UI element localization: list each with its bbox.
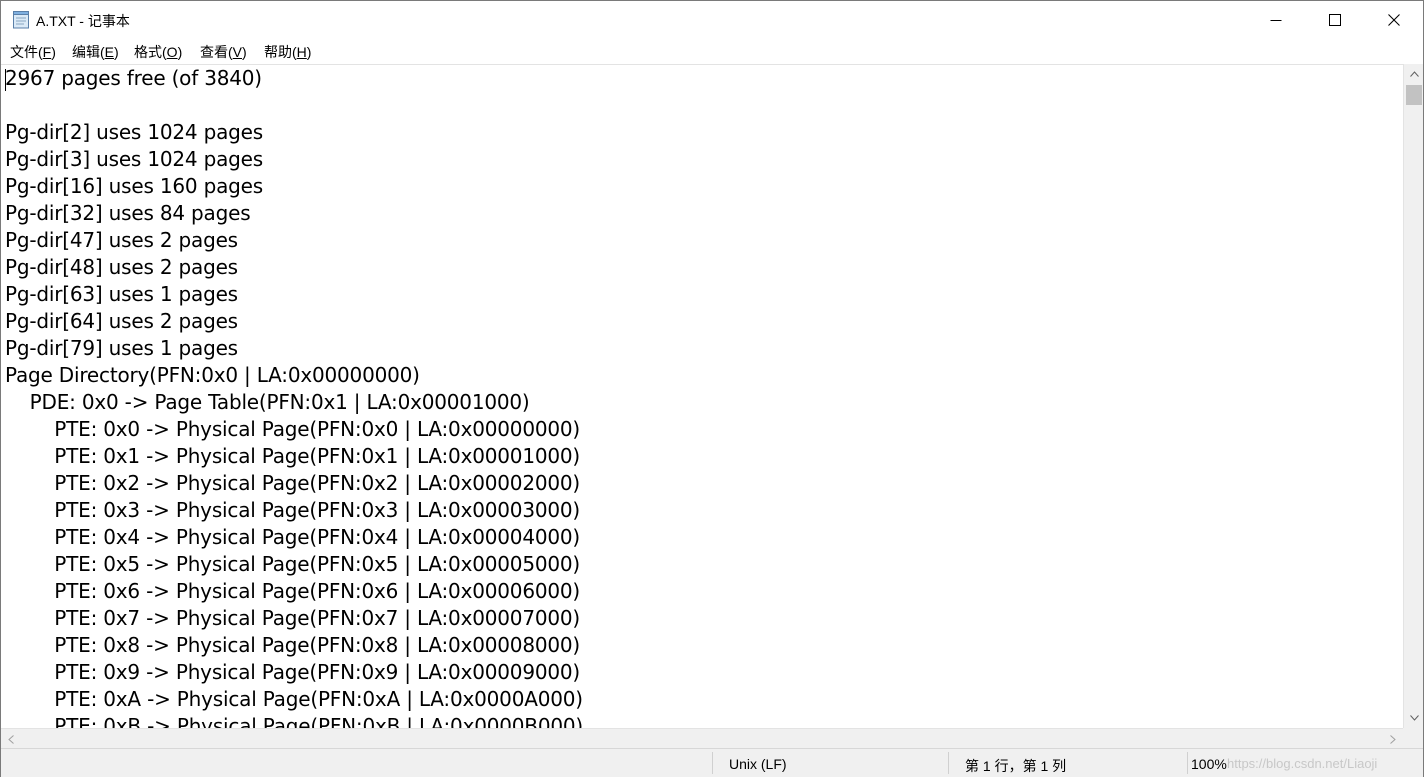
status-line-ending: Unix (LF)	[729, 756, 787, 772]
menu-format[interactable]: 格式(O)	[133, 42, 183, 62]
text-line: PTE: 0x9 -> Physical Page(PFN:0x9 | LA:0…	[5, 660, 581, 684]
text-line: Pg-dir[47] uses 2 pages	[5, 228, 238, 252]
text-line: PTE: 0x0 -> Physical Page(PFN:0x0 | LA:0…	[5, 417, 581, 441]
text-line: PTE: 0x8 -> Physical Page(PFN:0x8 | LA:0…	[5, 633, 581, 657]
text-line: PTE: 0x6 -> Physical Page(PFN:0x6 | LA:0…	[5, 579, 581, 603]
menu-view-accesskey: V	[232, 44, 243, 60]
menu-file-label-end: )	[51, 44, 56, 60]
menu-help[interactable]: 帮助(H)	[263, 42, 312, 62]
minimize-icon	[1270, 20, 1282, 21]
text-line: Pg-dir[64] uses 2 pages	[5, 309, 238, 333]
status-bar: Unix (LF) 第 1 行，第 1 列 100% https://blog.…	[1, 748, 1423, 777]
menu-help-accesskey: H	[296, 44, 307, 60]
status-zoom: 100%	[1191, 756, 1227, 772]
menu-format-label: 格式(	[134, 44, 167, 60]
vertical-scroll-thumb[interactable]	[1406, 85, 1422, 105]
close-icon	[1388, 14, 1400, 26]
menu-edit-accesskey: E	[104, 44, 115, 60]
text-line: PTE: 0x3 -> Physical Page(PFN:0x3 | LA:0…	[5, 498, 581, 522]
text-line: Pg-dir[16] uses 160 pages	[5, 174, 263, 198]
menu-help-label: 帮助(	[264, 44, 297, 60]
maximize-icon	[1329, 14, 1341, 26]
minimize-button[interactable]	[1247, 1, 1305, 39]
scroll-right-button[interactable]	[1383, 729, 1403, 749]
menu-file[interactable]: 文件(F)	[9, 42, 57, 62]
text-line: Pg-dir[79] uses 1 pages	[5, 336, 238, 360]
menu-help-label-end: )	[306, 44, 312, 60]
scroll-left-button[interactable]	[1, 729, 21, 749]
chevron-left-icon	[8, 734, 14, 744]
text-line: PTE: 0xA -> Physical Page(PFN:0xA | LA:0…	[5, 687, 583, 711]
text-editor-area[interactable]: 2967 pages free (of 3840) Pg-dir[2] uses…	[1, 64, 1403, 729]
menu-file-label: 文件(	[10, 44, 43, 60]
text-line: Page Directory(PFN:0x0 | LA:0x00000000)	[5, 363, 420, 387]
chevron-up-icon	[1409, 71, 1419, 77]
menu-edit[interactable]: 编辑(E)	[71, 42, 120, 62]
text-line: PTE: 0x5 -> Physical Page(PFN:0x5 | LA:0…	[5, 552, 581, 576]
text-line: Pg-dir[2] uses 1024 pages	[5, 120, 263, 144]
menu-format-label-end: )	[177, 44, 183, 60]
window-title: A.TXT - 记事本	[36, 13, 130, 29]
menu-format-accesskey: O	[166, 44, 178, 60]
horizontal-scrollbar[interactable]	[1, 728, 1403, 748]
text-line: Pg-dir[32] uses 84 pages	[5, 201, 251, 225]
vertical-scrollbar[interactable]	[1403, 64, 1423, 728]
status-separator	[1187, 752, 1188, 774]
status-separator	[948, 752, 949, 774]
menu-file-accesskey: F	[42, 44, 52, 60]
text-line: PTE: 0x1 -> Physical Page(PFN:0x1 | LA:0…	[5, 444, 581, 468]
text-line: PTE: 0x2 -> Physical Page(PFN:0x2 | LA:0…	[5, 471, 581, 495]
status-separator	[712, 752, 713, 774]
menu-view-label: 查看(	[200, 44, 233, 60]
scroll-down-button[interactable]	[1404, 708, 1424, 728]
text-line: Pg-dir[63] uses 1 pages	[5, 282, 238, 306]
text-line: PDE: 0x0 -> Page Table(PFN:0x1 | LA:0x00…	[5, 390, 530, 414]
text-line: PTE: 0x4 -> Physical Page(PFN:0x4 | LA:0…	[5, 525, 581, 549]
notepad-icon	[13, 11, 29, 29]
status-cursor-position: 第 1 行，第 1 列	[965, 758, 1067, 774]
menu-bar: 文件(F) 编辑(E) 格式(O) 查看(V) 帮助(H)	[1, 39, 1423, 63]
scroll-up-button[interactable]	[1404, 64, 1424, 84]
close-button[interactable]	[1365, 1, 1423, 39]
scrollbar-corner	[1403, 728, 1423, 748]
menu-edit-label: 编辑(	[72, 44, 105, 60]
menu-view-label-end: )	[242, 44, 247, 60]
watermark: https://blog.csdn.net/Liaoji	[1227, 756, 1378, 771]
chevron-down-icon	[1409, 715, 1419, 721]
menu-edit-label-end: )	[114, 44, 119, 60]
menu-view[interactable]: 查看(V)	[199, 42, 248, 62]
maximize-button[interactable]	[1306, 1, 1364, 39]
text-line: Pg-dir[48] uses 2 pages	[5, 255, 238, 279]
text-line: Pg-dir[3] uses 1024 pages	[5, 147, 263, 171]
text-line: PTE: 0xB -> Physical Page(PFN:0xB | LA:0…	[5, 714, 584, 729]
title-bar[interactable]: A.TXT - 记事本	[1, 1, 1423, 39]
text-line: PTE: 0x7 -> Physical Page(PFN:0x7 | LA:0…	[5, 606, 581, 630]
chevron-right-icon	[1390, 734, 1396, 744]
text-line: 2967 pages free (of 3840)	[5, 66, 262, 90]
notepad-window: A.TXT - 记事本 文件(F) 编辑(E) 格式(O) 查看(V) 帮助(H…	[0, 0, 1424, 777]
